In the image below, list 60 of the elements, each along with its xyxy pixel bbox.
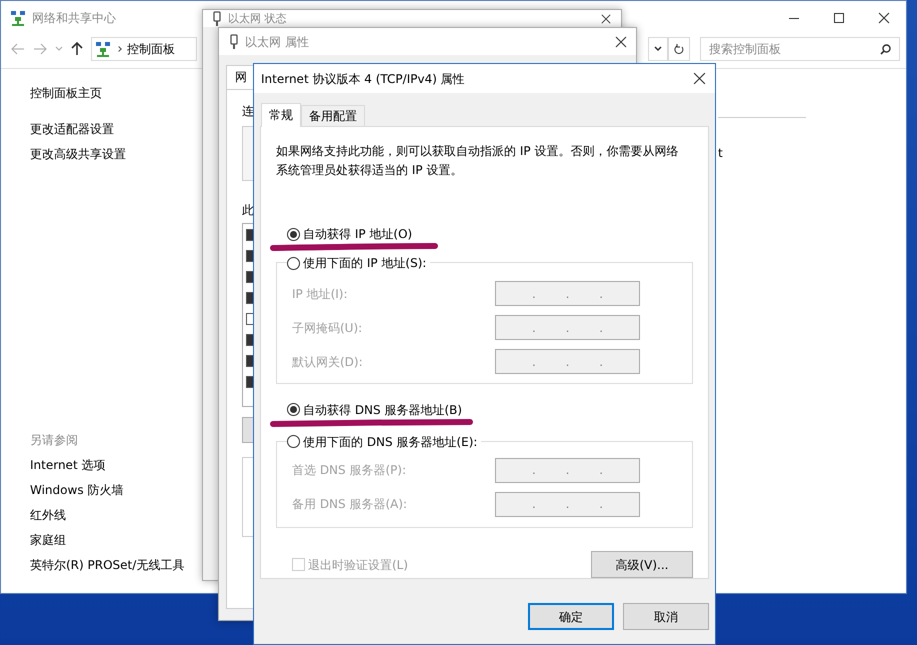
- checkbox[interactable]: [246, 292, 253, 304]
- field-label: 备用 DNS 服务器(A):: [292, 496, 408, 514]
- tab[interactable]: 常规: [261, 103, 301, 127]
- radio-label: 使用下面的 DNS 服务器地址(E):: [303, 434, 478, 451]
- address-bar[interactable]: 控制面板: [91, 37, 197, 61]
- close-icon[interactable]: [601, 14, 611, 24]
- sidebar-link[interactable]: 控制面板主页: [30, 84, 201, 102]
- sidebar-link[interactable]: Internet 选项: [30, 456, 201, 474]
- breadcrumb[interactable]: 控制面板: [127, 40, 175, 58]
- radio-label: 自动获得 DNS 服务器地址(B): [303, 402, 462, 419]
- window-title: 以太网 状态: [228, 12, 286, 25]
- checkbox[interactable]: [246, 334, 253, 346]
- checkbox[interactable]: [246, 313, 253, 325]
- sidebar-link[interactable]: Windows 防火墙: [30, 481, 201, 499]
- field-label: 首选 DNS 服务器(P):: [292, 462, 408, 480]
- window-title: 以太网 属性: [245, 34, 309, 50]
- sidebar-link[interactable]: 英特尔(R) PROSet/无线工具: [30, 556, 201, 574]
- sidebar-link[interactable]: 家庭组: [30, 531, 201, 549]
- window-title: 网络和共享中心: [32, 10, 116, 27]
- tab[interactable]: 网: [226, 65, 254, 89]
- radio-button[interactable]: [287, 403, 300, 416]
- cancel-button[interactable]: 取消: [623, 603, 709, 630]
- checkbox[interactable]: [246, 376, 253, 388]
- radio-button[interactable]: [287, 228, 300, 240]
- up-icon[interactable]: [71, 42, 83, 56]
- checkbox[interactable]: [246, 355, 253, 367]
- field-label: 子网掩码(U):: [292, 320, 364, 336]
- tab[interactable]: 备用配置: [301, 105, 365, 126]
- checkbox[interactable]: [246, 229, 253, 241]
- radio-button[interactable]: [287, 256, 300, 270]
- text-fragment: 连: [242, 103, 254, 120]
- field-label: 默认网关(D):: [292, 354, 364, 370]
- advanced-button[interactable]: 高级(V)...: [591, 551, 693, 578]
- chevron-right-icon: [116, 46, 122, 52]
- plug-icon: [212, 10, 222, 26]
- radio-label: 自动获得 IP 地址(O): [303, 226, 412, 243]
- plug-icon: [229, 34, 239, 50]
- sidebar-link[interactable]: 更改适配器设置: [30, 120, 201, 138]
- field-label: IP 地址(I):: [292, 286, 349, 302]
- network-icon: [95, 41, 111, 57]
- close-icon[interactable]: [615, 36, 627, 48]
- dialog-title: Internet 协议版本 4 (TCP/IPv4) 属性: [261, 70, 465, 88]
- radio-button[interactable]: [287, 435, 300, 448]
- description-text: 如果网络支持此功能，则可以获取自动指派的 IP 设置。否则，你需要从网络系统管理员处获得适当的 IP 设置。: [276, 143, 680, 179]
- close-icon[interactable]: [878, 12, 890, 24]
- checkbox-label: 退出时验证设置(L): [308, 556, 408, 574]
- checkbox[interactable]: [246, 271, 253, 283]
- text-fragment: t: [718, 145, 724, 162]
- checkbox[interactable]: [246, 250, 253, 262]
- search-field[interactable]: 搜索控制面板: [700, 37, 900, 61]
- ok-button[interactable]: 确定: [528, 603, 614, 630]
- sidebar-link[interactable]: 红外线: [30, 506, 201, 524]
- section-heading: 另请参阅: [30, 432, 79, 449]
- text-fragment: 此: [242, 202, 254, 219]
- network-icon: [10, 10, 26, 26]
- radio-label: 使用下面的 IP 地址(S):: [303, 255, 426, 272]
- close-icon[interactable]: [693, 72, 706, 85]
- search-icon[interactable]: [880, 44, 891, 54]
- refresh-icon[interactable]: [668, 37, 690, 61]
- sidebar-link[interactable]: 更改高级共享设置: [30, 145, 201, 163]
